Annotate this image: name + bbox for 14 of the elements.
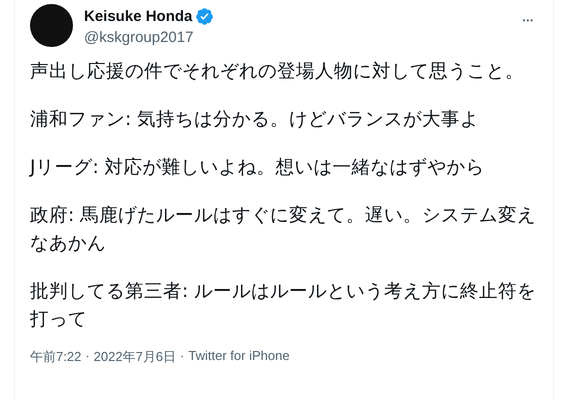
tweet-paragraph: 浦和ファン: 気持ちは分かる。けどバランスが大事よ bbox=[30, 108, 480, 132]
tweet-paragraph: 批判してる第三者: ルールはルールという考え方に終止符を打って bbox=[30, 280, 538, 332]
tweet-time[interactable]: 午前7:22 bbox=[30, 348, 82, 366]
more-options-button[interactable]: ••• bbox=[518, 8, 538, 33]
author-name[interactable]: Keisuke Honda bbox=[84, 8, 192, 25]
tweet-paragraph: 声出し応援の件でそれぞれの登場人物に対して思うこと。 bbox=[30, 60, 525, 84]
tweet-date[interactable]: 2022年7月6日 bbox=[94, 348, 176, 366]
tweet-paragraph: Jリーグ: 対応が難しいよね。想いは一緒なはずやから bbox=[30, 156, 486, 180]
tweet-source[interactable]: Twitter for iPhone bbox=[188, 348, 290, 366]
avatar-photo-placeholder[interactable] bbox=[30, 4, 73, 47]
separator-dot: · bbox=[85, 348, 90, 365]
separator-dot: · bbox=[180, 348, 184, 365]
tweet-paragraph: 政府: 馬鹿げたルールはすぐに変えて。遅い。システム変えなあかん bbox=[30, 204, 538, 256]
author-handle[interactable]: @kskgroup2017 bbox=[84, 29, 508, 46]
